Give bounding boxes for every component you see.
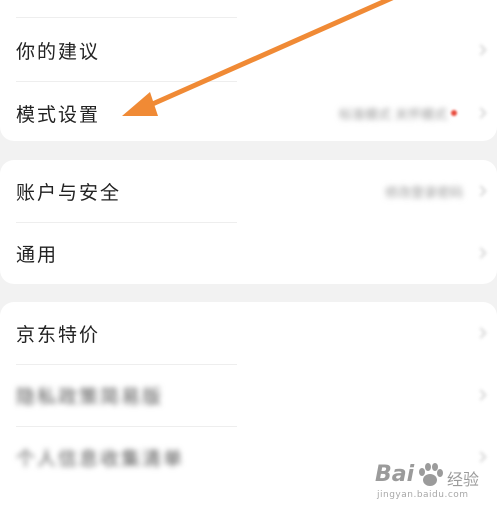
annotation-arrow-icon <box>122 0 394 116</box>
baidu-jingyan-watermark: Bai 经验 jingyan.baidu.com <box>371 460 491 506</box>
paw-icon <box>419 463 443 486</box>
watermark-brand: Bai <box>375 462 415 487</box>
watermark-url: jingyan.baidu.com <box>377 490 469 500</box>
settings-screen: 你的建议 模式设置 标准模式 关怀模式 账户与安全 修改登录密码 通用 京东特价 <box>0 0 497 510</box>
watermark-brand-cn: 经验 <box>447 470 480 489</box>
